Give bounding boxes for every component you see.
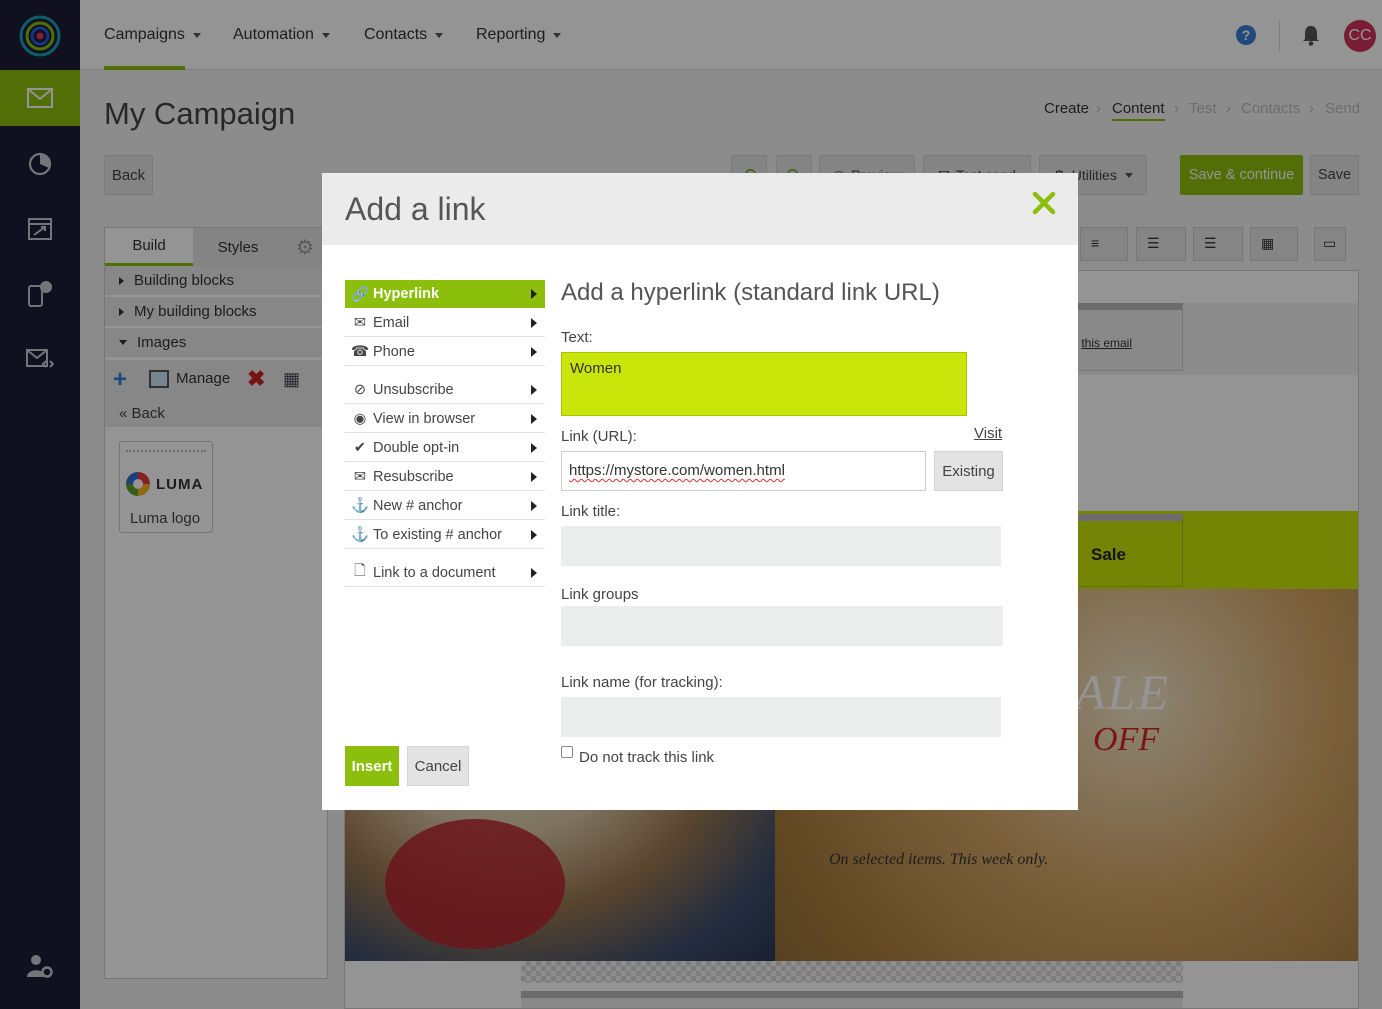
chevron-right-icon xyxy=(531,289,537,299)
link-type-double-opt-in[interactable]: ✔ Double opt-in xyxy=(345,434,545,462)
visit-link[interactable]: Visit xyxy=(974,425,1002,442)
chevron-right-icon xyxy=(531,501,537,511)
chevron-right-icon xyxy=(531,414,537,424)
chevron-right-icon xyxy=(531,568,537,578)
unsubscribe-icon: ⊘ xyxy=(353,381,367,398)
link-groups-label: Link groups xyxy=(561,586,639,603)
link-type-hyperlink[interactable]: 🔗 Hyperlink xyxy=(345,280,545,308)
link-groups-input[interactable] xyxy=(561,606,1003,646)
link-type-email[interactable]: ✉ Email xyxy=(345,309,545,337)
existing-anchor-icon: ⚓ xyxy=(350,527,370,543)
chevron-right-icon xyxy=(531,530,537,540)
link-type-unsubscribe[interactable]: ⊘ Unsubscribe xyxy=(345,376,545,404)
double-opt-in-icon: ✔ xyxy=(353,439,367,456)
anchor-icon: ⚓ xyxy=(350,498,370,514)
chevron-right-icon xyxy=(531,472,537,482)
link-name-label: Link name (for tracking): xyxy=(561,674,723,691)
link-type-existing-anchor[interactable]: ⚓ To existing # anchor xyxy=(345,521,545,549)
do-not-track-checkbox[interactable] xyxy=(561,746,573,758)
link-type-document[interactable]: 🗋 Link to a document xyxy=(345,559,545,587)
link-type-new-anchor[interactable]: ⚓ New # anchor xyxy=(345,492,545,520)
chevron-right-icon xyxy=(531,443,537,453)
chevron-right-icon xyxy=(531,347,537,357)
link-type-resubscribe[interactable]: ✉ Resubscribe xyxy=(345,463,545,491)
do-not-track-label: Do not track this link xyxy=(579,749,715,766)
close-icon[interactable] xyxy=(1032,191,1056,220)
text-label: Text: xyxy=(561,329,593,346)
link-type-view-in-browser[interactable]: ◉ View in browser xyxy=(345,405,545,433)
hyperlink-icon: 🔗 xyxy=(350,286,370,303)
chevron-right-icon xyxy=(531,318,537,328)
chevron-right-icon xyxy=(531,385,537,395)
resubscribe-icon: ✉ xyxy=(353,468,367,485)
dialog-title: Add a link xyxy=(345,191,486,227)
cancel-button[interactable]: Cancel xyxy=(407,746,469,786)
dialog-header: Add a link xyxy=(322,173,1078,245)
phone-icon: ☎ xyxy=(350,343,370,360)
form-heading: Add a hyperlink (standard link URL) xyxy=(561,279,940,306)
insert-button[interactable]: Insert xyxy=(345,746,399,786)
link-type-phone[interactable]: ☎ Phone xyxy=(345,338,545,366)
link-title-label: Link title: xyxy=(561,503,621,520)
url-input[interactable]: https://mystore.com/women.html xyxy=(561,451,926,491)
existing-button[interactable]: Existing xyxy=(934,451,1003,491)
document-icon: 🗋 xyxy=(354,563,366,579)
link-text-field[interactable]: Women xyxy=(561,352,967,416)
add-link-dialog: Add a link 🔗 Hyperlink ✉ Email ☎ Phone ⊘ Uns… xyxy=(322,173,1078,810)
email-link-icon: ✉ xyxy=(353,314,367,331)
link-name-input[interactable] xyxy=(561,697,1001,737)
browser-eye-icon: ◉ xyxy=(353,410,367,427)
link-title-input[interactable] xyxy=(561,526,1001,566)
url-label: Link (URL): xyxy=(561,428,637,445)
